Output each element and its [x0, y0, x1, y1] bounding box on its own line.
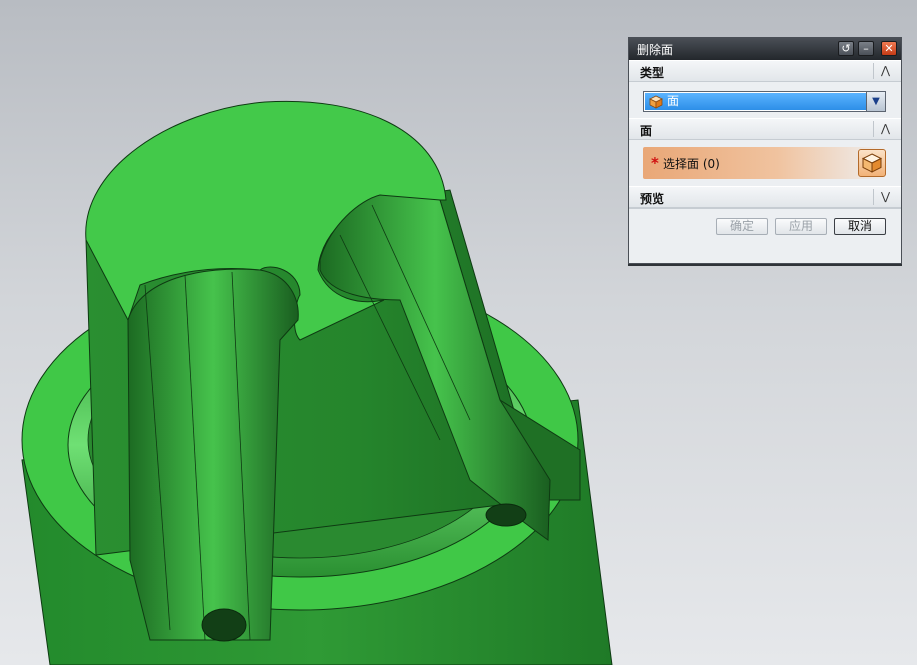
apply-button[interactable]: 应用	[775, 218, 827, 235]
required-marker: *	[651, 154, 659, 172]
face-cube-icon	[649, 95, 663, 109]
cancel-button[interactable]: 取消	[834, 218, 886, 235]
select-face-row[interactable]: * 选择面 (0)	[643, 147, 887, 179]
type-select-value[interactable]: 面	[645, 93, 866, 110]
hole-front	[201, 608, 247, 642]
chevron-down-icon[interactable]: ▼	[866, 92, 885, 111]
chevron-down-icon[interactable]: ⋁	[878, 189, 893, 204]
section-type-header[interactable]: 类型 ⋀	[629, 60, 901, 82]
dialog-title: 删除面	[637, 43, 674, 57]
hole-right	[485, 503, 527, 527]
close-icon[interactable]: ✕	[881, 41, 897, 56]
delete-face-dialog: 删除面 ↺ – ✕ 类型 ⋀ 面 ▼ 面 ⋀ * 选择面 (0) 预览 ⋁ 确定…	[628, 37, 902, 264]
select-face-label: 选择面 (0)	[663, 157, 720, 171]
reset-icon[interactable]: ↺	[838, 41, 854, 56]
chevron-up-icon[interactable]: ⋀	[878, 121, 893, 136]
section-preview-header[interactable]: 预览 ⋁	[629, 186, 901, 208]
section-type-label: 类型	[640, 66, 665, 80]
select-face-cube-icon	[861, 153, 883, 173]
type-select-text: 面	[667, 94, 680, 108]
section-face-header[interactable]: 面 ⋀	[629, 118, 901, 140]
type-select[interactable]: 面 ▼	[643, 91, 886, 112]
section-face-body: * 选择面 (0)	[629, 140, 901, 186]
dialog-footer: 确定 应用 取消	[629, 208, 901, 243]
chevron-up-icon[interactable]: ⋀	[878, 63, 893, 78]
section-type-body: 面 ▼	[629, 82, 901, 118]
cad-model[interactable]	[21, 100, 613, 665]
section-face-label: 面	[640, 124, 653, 138]
ok-button[interactable]: 确定	[716, 218, 768, 235]
dialog-titlebar[interactable]: 删除面 ↺ – ✕	[629, 38, 901, 60]
section-preview-label: 预览	[640, 192, 665, 206]
select-face-button[interactable]	[858, 149, 886, 177]
minimize-icon[interactable]: –	[858, 41, 874, 56]
